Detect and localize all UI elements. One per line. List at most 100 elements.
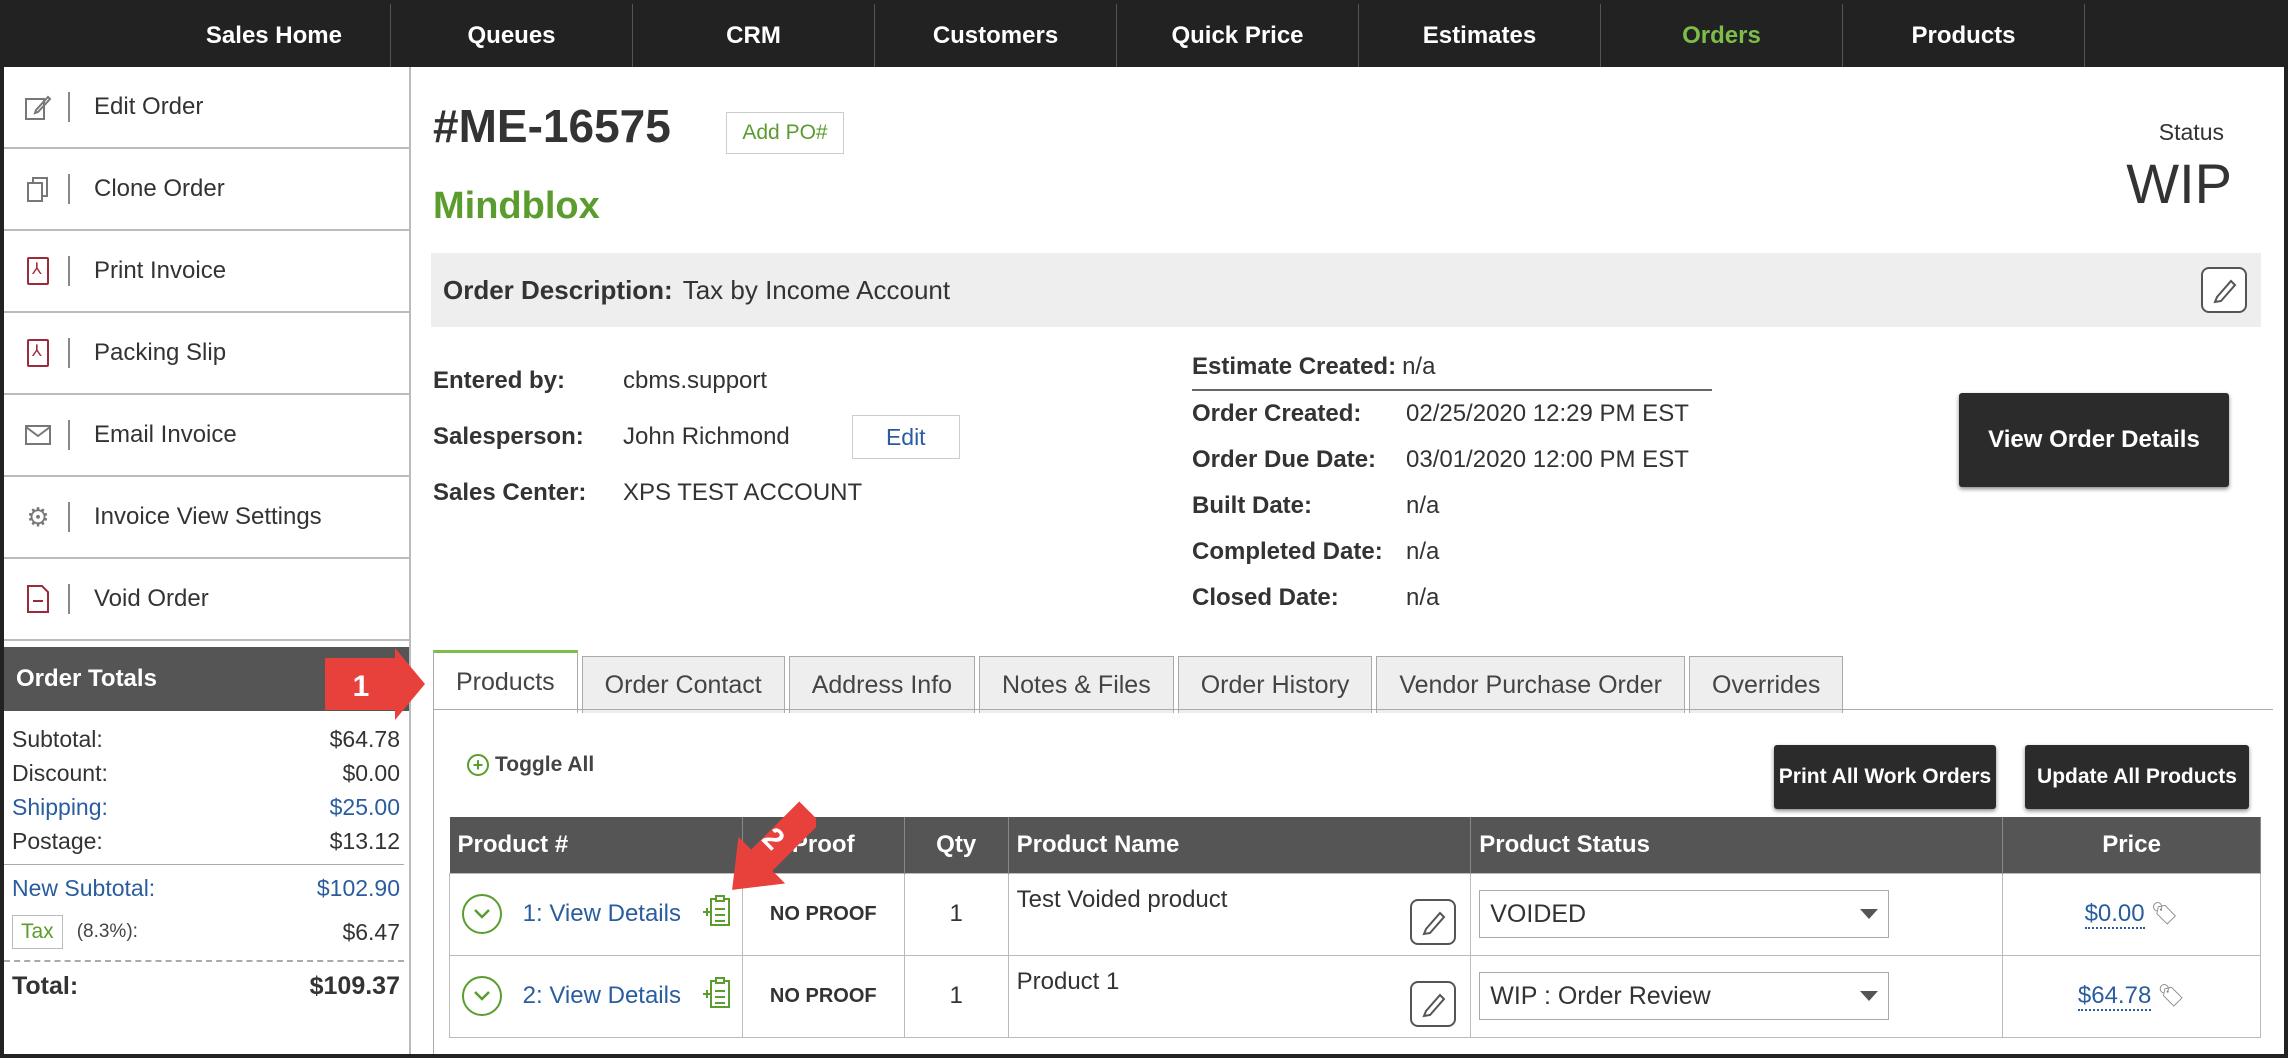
edit-product-button[interactable] <box>1410 980 1457 1027</box>
tax-value: $6.47 <box>342 918 400 945</box>
order-description-value: Tax by Income Account <box>682 274 951 305</box>
divider <box>68 338 70 368</box>
divider <box>68 92 70 122</box>
nav-orders[interactable]: Orders <box>1601 4 1843 67</box>
sales-center-row: Sales Center: XPS TEST ACCOUNT <box>433 465 960 521</box>
tax-label-group: Tax (8.3%): <box>12 915 138 949</box>
qty-cell: 1 <box>903 954 1009 1038</box>
edit-icon <box>1422 993 1446 1017</box>
tab-order-contact[interactable]: Order Contact <box>581 656 785 713</box>
tax-row: Tax (8.3%): $6.47 <box>4 908 404 956</box>
shipping-value[interactable]: $25.00 <box>330 794 404 821</box>
divider <box>68 584 70 614</box>
add-po-button[interactable]: Add PO# <box>726 112 844 154</box>
tag-icon[interactable]: 🏷 <box>2151 901 2179 926</box>
tab-overrides[interactable]: Overrides <box>1689 656 1844 713</box>
toggle-all-button[interactable]: + Toggle All <box>467 753 594 777</box>
edit-description-button[interactable] <box>2201 267 2247 313</box>
expand-chevron-icon[interactable] <box>462 894 502 934</box>
gear-icon: ⚙ <box>26 501 50 532</box>
entered-by-value: cbms.support <box>623 367 768 394</box>
product-status-cell: VOIDED <box>1470 872 2004 956</box>
top-nav: Sales Home Queues CRM Customers Quick Pr… <box>4 4 2284 67</box>
order-tabs: Products Order Contact Address Info Note… <box>433 650 1844 714</box>
tab-order-history[interactable]: Order History <box>1177 656 1373 713</box>
tab-notes-files[interactable]: Notes & Files <box>979 656 1174 713</box>
shipping-label[interactable]: Shipping: <box>12 794 108 821</box>
completed-date-row: Completed Date: n/a <box>1192 529 1712 575</box>
void-order-action[interactable]: Void Order <box>4 559 409 641</box>
subtotal-label: Subtotal: <box>12 725 103 752</box>
price-link[interactable]: $64.78 <box>2077 982 2152 1011</box>
products-table: Product # Proof Qty Product Name Product… <box>449 817 2261 1038</box>
tax-button[interactable]: Tax <box>12 915 63 949</box>
nav-crm[interactable]: CRM <box>633 4 875 67</box>
print-invoice-action[interactable]: Print Invoice <box>4 231 409 313</box>
postage-label: Postage: <box>12 827 103 854</box>
update-all-products-button[interactable]: Update All Products <box>2025 745 2249 809</box>
col-product-name: Product Name <box>1008 817 1472 873</box>
edit-salesperson-button[interactable]: Edit <box>851 415 960 459</box>
expand-chevron-icon[interactable] <box>462 976 502 1016</box>
price-link[interactable]: $0.00 <box>2084 900 2145 929</box>
company-name[interactable]: Mindblox <box>433 185 600 228</box>
divider <box>68 420 70 450</box>
product-status-cell: WIP : Order Review <box>1470 954 2004 1038</box>
tab-products[interactable]: Products <box>433 650 578 714</box>
order-number: #ME-16575 <box>433 100 671 152</box>
product-status-select[interactable]: VOIDED <box>1479 890 1890 938</box>
product-name: Product 1 <box>1016 967 1120 995</box>
order-created-label: Order Created: <box>1192 400 1362 427</box>
packing-slip-action[interactable]: Packing Slip <box>4 313 409 395</box>
invoice-view-settings-action[interactable]: ⚙ Invoice View Settings <box>4 477 409 559</box>
chevron-down-icon <box>1860 991 1879 1001</box>
nav-customers[interactable]: Customers <box>875 4 1117 67</box>
nav-quick-price[interactable]: Quick Price <box>1117 4 1359 67</box>
price-cell: $64.78 🏷 <box>2002 954 2261 1038</box>
sales-center-label: Sales Center: <box>433 479 587 506</box>
add-work-order-icon[interactable] <box>702 976 732 1015</box>
view-details-link[interactable]: 1: View Details <box>523 900 681 927</box>
view-details-link[interactable]: 2: View Details <box>523 982 681 1009</box>
product-name-cell: Test Voided product <box>1007 872 1472 956</box>
sales-center-value: XPS TEST ACCOUNT <box>623 479 863 506</box>
edit-order-action[interactable]: Edit Order <box>4 67 409 149</box>
view-order-details-button[interactable]: View Order Details <box>1959 393 2229 487</box>
product-status-value: VOIDED <box>1490 899 1587 928</box>
tag-icon[interactable]: 🏷 <box>2157 983 2185 1008</box>
status-label: Status <box>2158 119 2224 145</box>
postage-row: Postage: $13.12 <box>4 824 404 858</box>
salesperson-row: Salesperson: John Richmond Edit <box>433 409 960 465</box>
tab-address-info[interactable]: Address Info <box>788 656 976 713</box>
callout-arrow-2: 2 <box>726 796 821 911</box>
new-subtotal-value[interactable]: $102.90 <box>317 875 404 902</box>
email-invoice-label: Email Invoice <box>94 421 237 448</box>
completed-date-label: Completed Date: <box>1192 538 1383 565</box>
chevron-down-icon <box>1860 909 1879 919</box>
email-invoice-action[interactable]: Email Invoice <box>4 395 409 477</box>
divider <box>68 256 70 286</box>
print-invoice-label: Print Invoice <box>94 257 227 284</box>
nav-queues[interactable]: Queues <box>391 4 633 67</box>
discount-value: $0.00 <box>342 759 400 786</box>
void-order-label: Void Order <box>94 585 209 612</box>
new-subtotal-row[interactable]: New Subtotal: $102.90 <box>4 864 404 908</box>
nav-estimates[interactable]: Estimates <box>1359 4 1601 67</box>
order-created-value: 02/25/2020 12:29 PM EST <box>1406 400 1689 427</box>
new-subtotal-label[interactable]: New Subtotal: <box>12 875 155 902</box>
tab-vendor-purchase-order[interactable]: Vendor Purchase Order <box>1376 656 1686 713</box>
print-all-work-orders-button[interactable]: Print All Work Orders <box>1774 745 1996 809</box>
table-row: 2: View Details NO PROOF 1 Product 1 WIP… <box>449 954 2261 1038</box>
product-status-value: WIP : Order Review <box>1490 981 1711 1010</box>
order-info-left: Entered by: cbms.support Salesperson: Jo… <box>433 353 960 521</box>
nav-sales-home[interactable]: Sales Home <box>4 4 391 67</box>
clone-order-action[interactable]: Clone Order <box>4 149 409 231</box>
col-product-status: Product Status <box>1470 817 2004 873</box>
shipping-row[interactable]: Shipping: $25.00 <box>4 790 404 824</box>
nav-products[interactable]: Products <box>1843 4 2085 67</box>
envelope-icon <box>16 424 60 446</box>
product-status-select[interactable]: WIP : Order Review <box>1479 972 1890 1020</box>
closed-date-value: n/a <box>1406 584 1440 611</box>
edit-product-button[interactable] <box>1410 898 1457 945</box>
completed-date-value: n/a <box>1406 538 1440 565</box>
